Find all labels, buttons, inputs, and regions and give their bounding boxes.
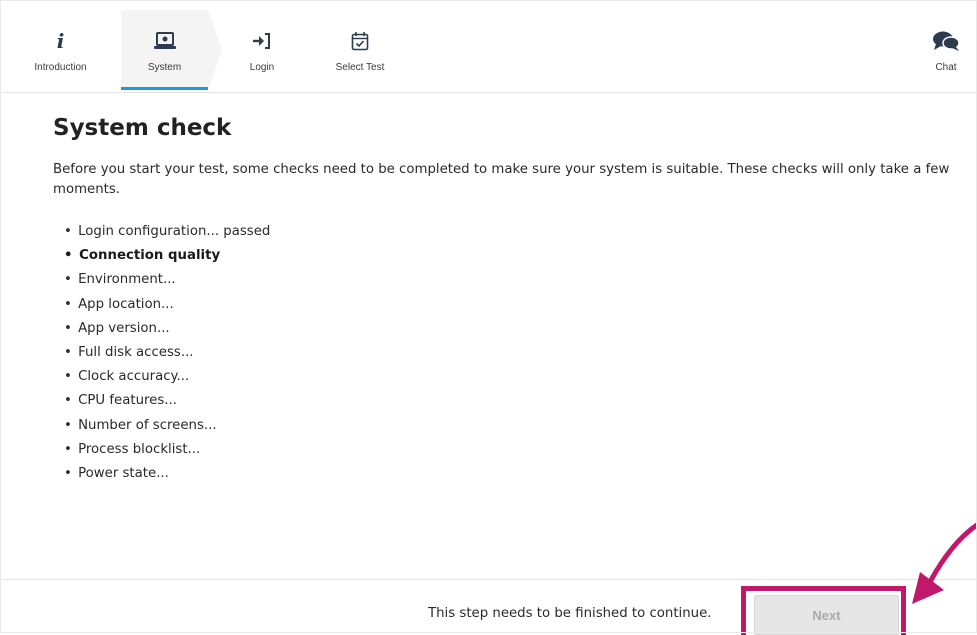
login-icon <box>252 30 272 52</box>
page-title: System check <box>53 115 232 141</box>
active-step-chevron <box>208 10 222 90</box>
check-item-login-configuration: • Login configuration... passed <box>64 224 271 239</box>
nav-label-introduction: Introduction <box>34 62 87 73</box>
system-check-panel: System check Before you start your test,… <box>53 115 973 486</box>
nav-label-login: Login <box>249 62 275 73</box>
footer-message: This step needs to be finished to contin… <box>428 606 712 621</box>
check-item-app-location: • App location... <box>64 296 174 312</box>
check-item-connection-quality: • Connection quality <box>64 248 221 264</box>
nav-step-introduction[interactable]: i Introduction <box>0 0 121 90</box>
info-icon: i <box>56 29 65 53</box>
annotation-highlight-box <box>741 586 906 635</box>
check-item-app-version: • App version... <box>64 320 170 336</box>
chat-button[interactable]: Chat <box>920 0 972 90</box>
chat-bubbles-icon <box>932 30 960 52</box>
annotation-arrow-icon <box>912 522 977 604</box>
chat-label: Chat <box>935 62 957 73</box>
check-item-process-blocklist: • Process blocklist... <box>64 441 201 457</box>
nav-label-select-test: Select Test <box>335 62 385 73</box>
intro-text: Before you start your test, some checks … <box>53 162 950 197</box>
nav-label-system: System <box>147 62 182 73</box>
check-item-power-state: • Power state... <box>64 465 169 481</box>
laptop-icon <box>153 30 177 52</box>
nav-step-login[interactable]: Login <box>222 0 302 90</box>
step-navigation: i Introduction System Login Select Test … <box>0 0 977 93</box>
nav-step-select-test[interactable]: Select Test <box>320 0 400 90</box>
check-item-number-of-screens: • Number of screens... <box>64 417 217 433</box>
check-item-full-disk-access: • Full disk access... <box>64 344 194 360</box>
calendar-check-icon <box>351 30 369 52</box>
check-item-environment: • Environment... <box>64 272 176 288</box>
check-list: • Login configuration... passed • Connec… <box>53 220 973 486</box>
check-item-clock-accuracy: • Clock accuracy... <box>64 369 190 385</box>
app-window: i Introduction System Login Select Test … <box>0 0 977 635</box>
check-item-cpu-features: • CPU features... <box>64 393 177 409</box>
active-step-underline <box>121 87 208 90</box>
nav-step-system[interactable]: System <box>121 0 208 90</box>
